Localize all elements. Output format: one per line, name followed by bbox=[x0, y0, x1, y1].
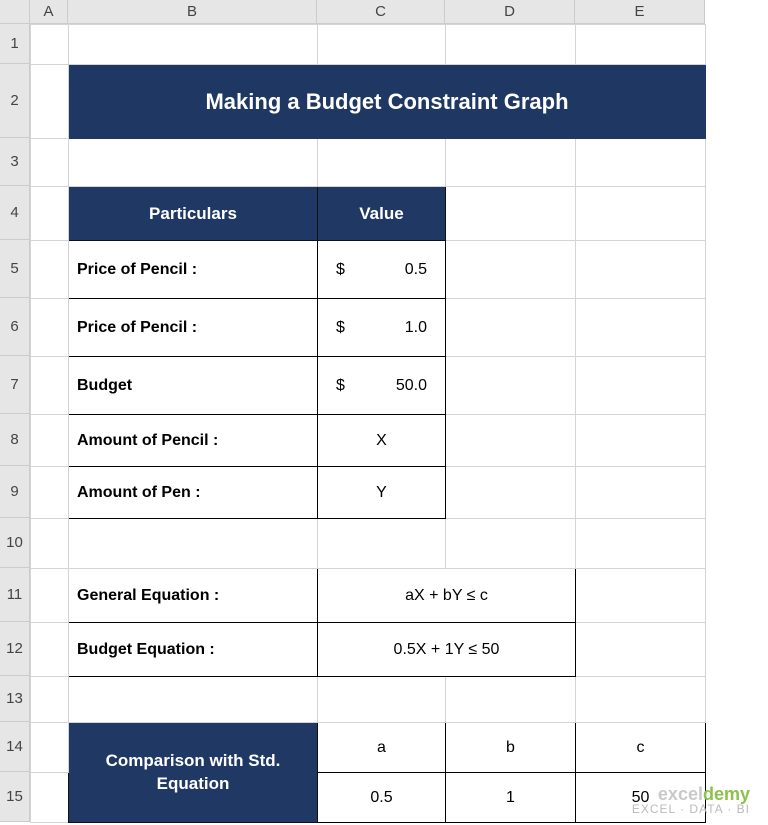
cell-b8[interactable]: Amount of Pencil : bbox=[69, 415, 318, 467]
col-header-C[interactable]: C bbox=[317, 0, 445, 24]
cell-c6[interactable]: $1.0 bbox=[318, 299, 446, 357]
cell-c8[interactable]: X bbox=[318, 415, 446, 467]
table1-header-particulars[interactable]: Particulars bbox=[69, 187, 318, 241]
row-header-11[interactable]: 11 bbox=[0, 568, 30, 622]
cell-c7[interactable]: $50.0 bbox=[318, 357, 446, 415]
currency-value: 1.0 bbox=[405, 319, 427, 337]
currency-symbol: $ bbox=[336, 261, 345, 279]
cell-b12[interactable]: Budget Equation : bbox=[69, 623, 318, 677]
col-header-D[interactable]: D bbox=[445, 0, 575, 24]
row-header-5[interactable]: 5 bbox=[0, 240, 30, 298]
cell-e14[interactable]: c bbox=[576, 723, 706, 773]
row-header-3[interactable]: 3 bbox=[0, 138, 30, 186]
row-header-6[interactable]: 6 bbox=[0, 298, 30, 356]
row-header-14[interactable]: 14 bbox=[0, 722, 30, 772]
comparison-header[interactable]: Comparison with Std. Equation bbox=[69, 723, 318, 823]
cell-c15[interactable]: 0.5 bbox=[318, 773, 446, 823]
col-header-B[interactable]: B bbox=[68, 0, 317, 24]
cell-d14[interactable]: b bbox=[446, 723, 576, 773]
currency-symbol: $ bbox=[336, 319, 345, 337]
cell-c9[interactable]: Y bbox=[318, 467, 446, 519]
cell-c14[interactable]: a bbox=[318, 723, 446, 773]
cell-b11[interactable]: General Equation : bbox=[69, 569, 318, 623]
cell-b6[interactable]: Price of Pencil : bbox=[69, 299, 318, 357]
row-header-15[interactable]: 15 bbox=[0, 772, 30, 822]
table1-header-value[interactable]: Value bbox=[318, 187, 446, 241]
cell-c11[interactable]: aX + bY ≤ c bbox=[318, 569, 576, 623]
row-header-8[interactable]: 8 bbox=[0, 414, 30, 466]
row-header-9[interactable]: 9 bbox=[0, 466, 30, 518]
page-title[interactable]: Making a Budget Constraint Graph bbox=[69, 65, 706, 139]
cell-b5[interactable]: Price of Pencil : bbox=[69, 241, 318, 299]
currency-value: 0.5 bbox=[405, 261, 427, 279]
cell-d15[interactable]: 1 bbox=[446, 773, 576, 823]
row-header-4[interactable]: 4 bbox=[0, 186, 30, 240]
row-header-7[interactable]: 7 bbox=[0, 356, 30, 414]
currency-symbol: $ bbox=[336, 377, 345, 395]
row-header-2[interactable]: 2 bbox=[0, 64, 30, 138]
cell-b7[interactable]: Budget bbox=[69, 357, 318, 415]
row-header-12[interactable]: 12 bbox=[0, 622, 30, 676]
cell-grid[interactable]: Making a Budget Constraint Graph Particu… bbox=[30, 24, 706, 823]
row-header-1[interactable]: 1 bbox=[0, 24, 30, 64]
currency-value: 50.0 bbox=[396, 377, 427, 395]
row-header-10[interactable]: 10 bbox=[0, 518, 30, 568]
spreadsheet-view: A B C D E 1 2 3 4 5 6 7 8 9 10 11 12 13 … bbox=[0, 0, 768, 825]
row-header-13[interactable]: 13 bbox=[0, 676, 30, 722]
col-header-E[interactable]: E bbox=[575, 0, 705, 24]
cell-c12[interactable]: 0.5X + 1Y ≤ 50 bbox=[318, 623, 576, 677]
select-all-corner[interactable] bbox=[0, 0, 30, 24]
watermark: exceldemy EXCEL · DATA · BI bbox=[632, 785, 750, 815]
cell-c5[interactable]: $0.5 bbox=[318, 241, 446, 299]
col-header-A[interactable]: A bbox=[30, 0, 68, 24]
cell-b9[interactable]: Amount of Pen : bbox=[69, 467, 318, 519]
